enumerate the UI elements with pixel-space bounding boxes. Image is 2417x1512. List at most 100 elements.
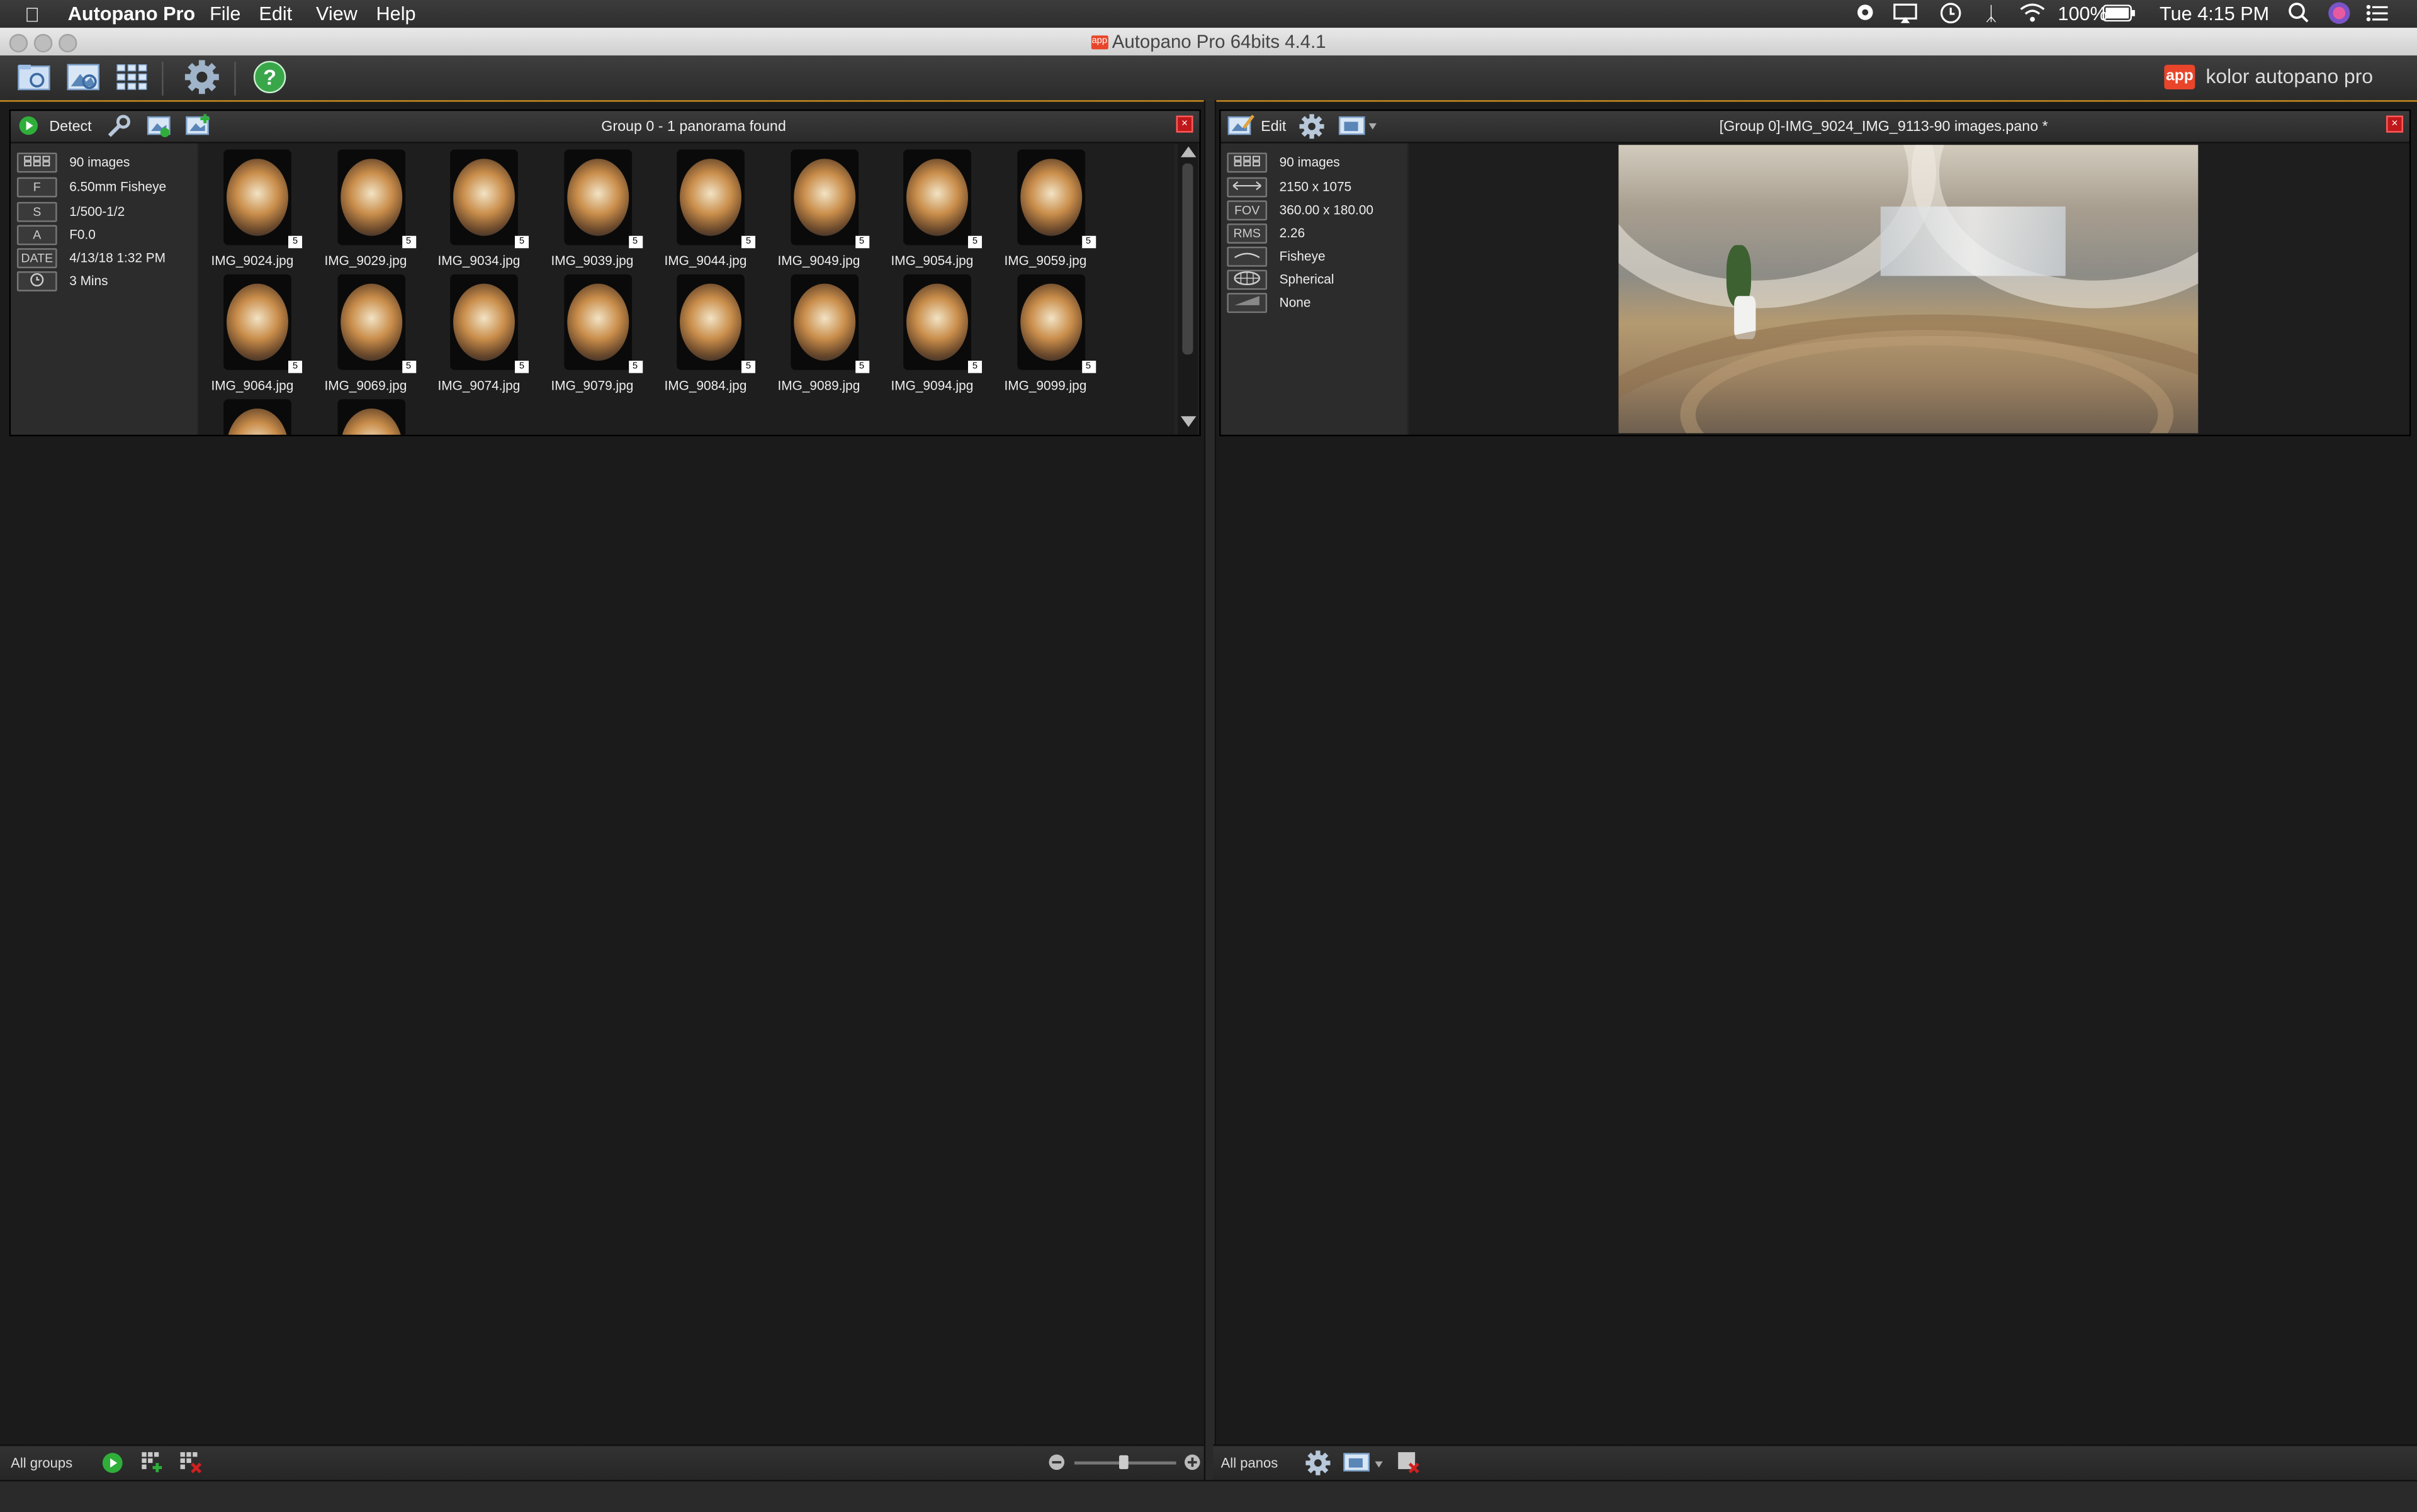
airplay-icon[interactable] bbox=[1893, 3, 1917, 28]
thumbnail-badge: 5 bbox=[967, 235, 983, 249]
pano-panel-header: Edit [Group 0]-IMG_9024_IMG_9113-90 imag… bbox=[1220, 111, 2409, 144]
thumbnail-image bbox=[337, 274, 405, 370]
pano-preview-area bbox=[1409, 143, 2409, 435]
image-thumbnail[interactable]: 5 IMG_9054.jpg bbox=[891, 147, 1002, 270]
svg-text:?: ? bbox=[263, 66, 276, 90]
info-value: 4/13/18 1:32 PM bbox=[69, 249, 166, 266]
info-badge: DATE bbox=[16, 248, 57, 269]
detect-all-play-icon[interactable] bbox=[102, 1452, 123, 1477]
menu-help[interactable]: Help bbox=[376, 3, 416, 25]
pano-info: 90 images 2150 x 1075 FOV 360.00 x 180.0… bbox=[1220, 143, 1407, 435]
image-thumbnail[interactable]: 5 IMG_9029.jpg bbox=[325, 147, 436, 270]
grid-view-icon[interactable] bbox=[114, 60, 151, 94]
menu-view[interactable]: View bbox=[316, 3, 358, 25]
panel-splitter[interactable] bbox=[1203, 100, 1217, 1481]
image-thumbnail[interactable]: 5 IMG_9064.jpg bbox=[211, 271, 322, 395]
thumbnail-filename: IMG_9099.jpg bbox=[1004, 378, 1087, 393]
panorama-preview-image[interactable] bbox=[1618, 145, 2199, 434]
thumbnail-badge: 5 bbox=[401, 361, 416, 373]
settings-gear-icon[interactable] bbox=[183, 60, 220, 94]
app-badge-icon: app bbox=[1091, 36, 1108, 50]
panos-settings-icon[interactable] bbox=[1305, 1450, 1331, 1479]
search-icon[interactable] bbox=[2287, 1, 2309, 28]
add-group-icon[interactable] bbox=[140, 1451, 164, 1477]
thumbnail-badge: 5 bbox=[741, 361, 756, 373]
clock[interactable]: Tue 4:15 PM bbox=[2160, 3, 2269, 25]
all-panos-label: All panos bbox=[1220, 1455, 1278, 1471]
info-row-date: DATE 4/13/18 1:32 PM bbox=[16, 248, 166, 269]
image-thumbnail[interactable] bbox=[211, 396, 322, 435]
info-row-duration: 3 Mins bbox=[16, 271, 108, 293]
image-thumbnail[interactable]: 5 IMG_9094.jpg bbox=[891, 271, 1002, 395]
thumbnail-image bbox=[677, 274, 745, 370]
image-thumbnail[interactable]: 5 IMG_9074.jpg bbox=[438, 271, 549, 395]
pano-info-blend: None bbox=[1227, 293, 1310, 314]
size-arrows-icon bbox=[1227, 177, 1268, 198]
notification-center-icon[interactable] bbox=[2366, 4, 2388, 26]
pano-info-size: 2150 x 1075 bbox=[1227, 177, 1351, 199]
apple-icon[interactable]:  bbox=[25, 3, 40, 26]
thumbnail-filename: IMG_9059.jpg bbox=[1004, 252, 1087, 269]
status-bar bbox=[0, 1480, 2417, 1512]
group-panel: Detect Group 0 - 1 panorama found × 90 i… bbox=[9, 109, 1201, 437]
info-badge: A bbox=[16, 225, 57, 245]
info-row-focal: F 6.50mm Fisheye bbox=[16, 177, 166, 199]
zoom-out-icon[interactable] bbox=[1048, 1453, 1065, 1474]
info-value: 2150 x 1075 bbox=[1279, 179, 1352, 195]
scroll-thumb[interactable] bbox=[1182, 163, 1193, 355]
close-pano-icon[interactable]: × bbox=[2386, 115, 2403, 133]
help-icon[interactable]: ? bbox=[253, 60, 290, 94]
image-thumbnail[interactable]: 5 IMG_9069.jpg bbox=[325, 271, 436, 395]
all-groups-label: All groups bbox=[11, 1455, 73, 1471]
image-thumbnail[interactable]: 5 IMG_9059.jpg bbox=[1005, 147, 1115, 270]
thumbnail-image bbox=[223, 399, 291, 435]
close-group-icon[interactable]: × bbox=[1176, 115, 1193, 133]
remove-pano-icon[interactable] bbox=[1397, 1451, 1420, 1477]
thumbnail-filename: IMG_9049.jpg bbox=[777, 252, 860, 269]
group-panel-header: Detect Group 0 - 1 panorama found × bbox=[11, 111, 1200, 144]
info-row-aperture: A F0.0 bbox=[16, 225, 96, 247]
scroll-down-icon[interactable] bbox=[1180, 416, 1197, 427]
time-machine-icon[interactable] bbox=[1939, 1, 1963, 29]
grid-badge-icon bbox=[16, 152, 57, 173]
thumbnail-filename: IMG_9094.jpg bbox=[891, 378, 974, 393]
thumbnail-badge: 5 bbox=[854, 235, 869, 249]
browse-images-icon[interactable] bbox=[65, 60, 102, 94]
gear-status-icon[interactable] bbox=[1854, 1, 1876, 28]
menu-edit[interactable]: Edit bbox=[259, 3, 292, 25]
image-thumbnail[interactable]: 5 IMG_9044.jpg bbox=[665, 147, 775, 270]
thumbnail-scrollbar[interactable] bbox=[1178, 143, 1198, 435]
info-value: 90 images bbox=[1279, 154, 1340, 170]
open-folder-icon[interactable] bbox=[15, 60, 52, 94]
app-menu[interactable]: Autopano Pro bbox=[68, 3, 195, 25]
image-thumbnail[interactable]: 5 IMG_9039.jpg bbox=[551, 147, 662, 270]
grid-badge-icon bbox=[1227, 152, 1268, 173]
image-thumbnail[interactable]: 5 IMG_9089.jpg bbox=[778, 271, 889, 395]
image-thumbnail[interactable]: 5 IMG_9099.jpg bbox=[1005, 271, 1115, 395]
info-value: 360.00 x 180.00 bbox=[1279, 201, 1374, 218]
image-thumbnail[interactable]: 5 IMG_9024.jpg bbox=[211, 147, 322, 270]
zoom-in-icon[interactable] bbox=[1184, 1453, 1201, 1474]
image-thumbnail[interactable]: 5 IMG_9034.jpg bbox=[438, 147, 549, 270]
info-value: F0.0 bbox=[69, 227, 96, 242]
info-badge: FOV bbox=[1227, 200, 1268, 221]
remove-group-icon[interactable] bbox=[179, 1451, 202, 1477]
image-thumbnail[interactable]: 5 IMG_9084.jpg bbox=[665, 271, 775, 395]
render-all-icon[interactable] bbox=[1343, 1451, 1386, 1479]
menu-file[interactable]: File bbox=[210, 3, 240, 25]
wifi-icon[interactable] bbox=[2019, 3, 2046, 28]
zoom-slider-thumb[interactable] bbox=[1118, 1455, 1129, 1469]
thumbnail-image bbox=[790, 149, 858, 245]
thumbnail-badge: 5 bbox=[288, 235, 303, 249]
scroll-up-icon[interactable] bbox=[1180, 146, 1197, 157]
battery-icon[interactable] bbox=[2102, 4, 2136, 26]
siri-icon[interactable] bbox=[2328, 1, 2351, 29]
image-thumbnail[interactable]: 5 IMG_9049.jpg bbox=[778, 147, 889, 270]
info-value: 3 Mins bbox=[69, 273, 108, 288]
brand-name: kolor autopano pro bbox=[2206, 64, 2374, 88]
spherical-projection-icon bbox=[1227, 269, 1268, 290]
image-thumbnail[interactable]: 5 IMG_9079.jpg bbox=[551, 271, 662, 395]
bluetooth-icon[interactable]: ᛣ bbox=[1985, 3, 1997, 25]
image-thumbnail[interactable] bbox=[325, 396, 436, 435]
main-toolbar: ? app kolor autopano pro bbox=[0, 55, 2417, 102]
